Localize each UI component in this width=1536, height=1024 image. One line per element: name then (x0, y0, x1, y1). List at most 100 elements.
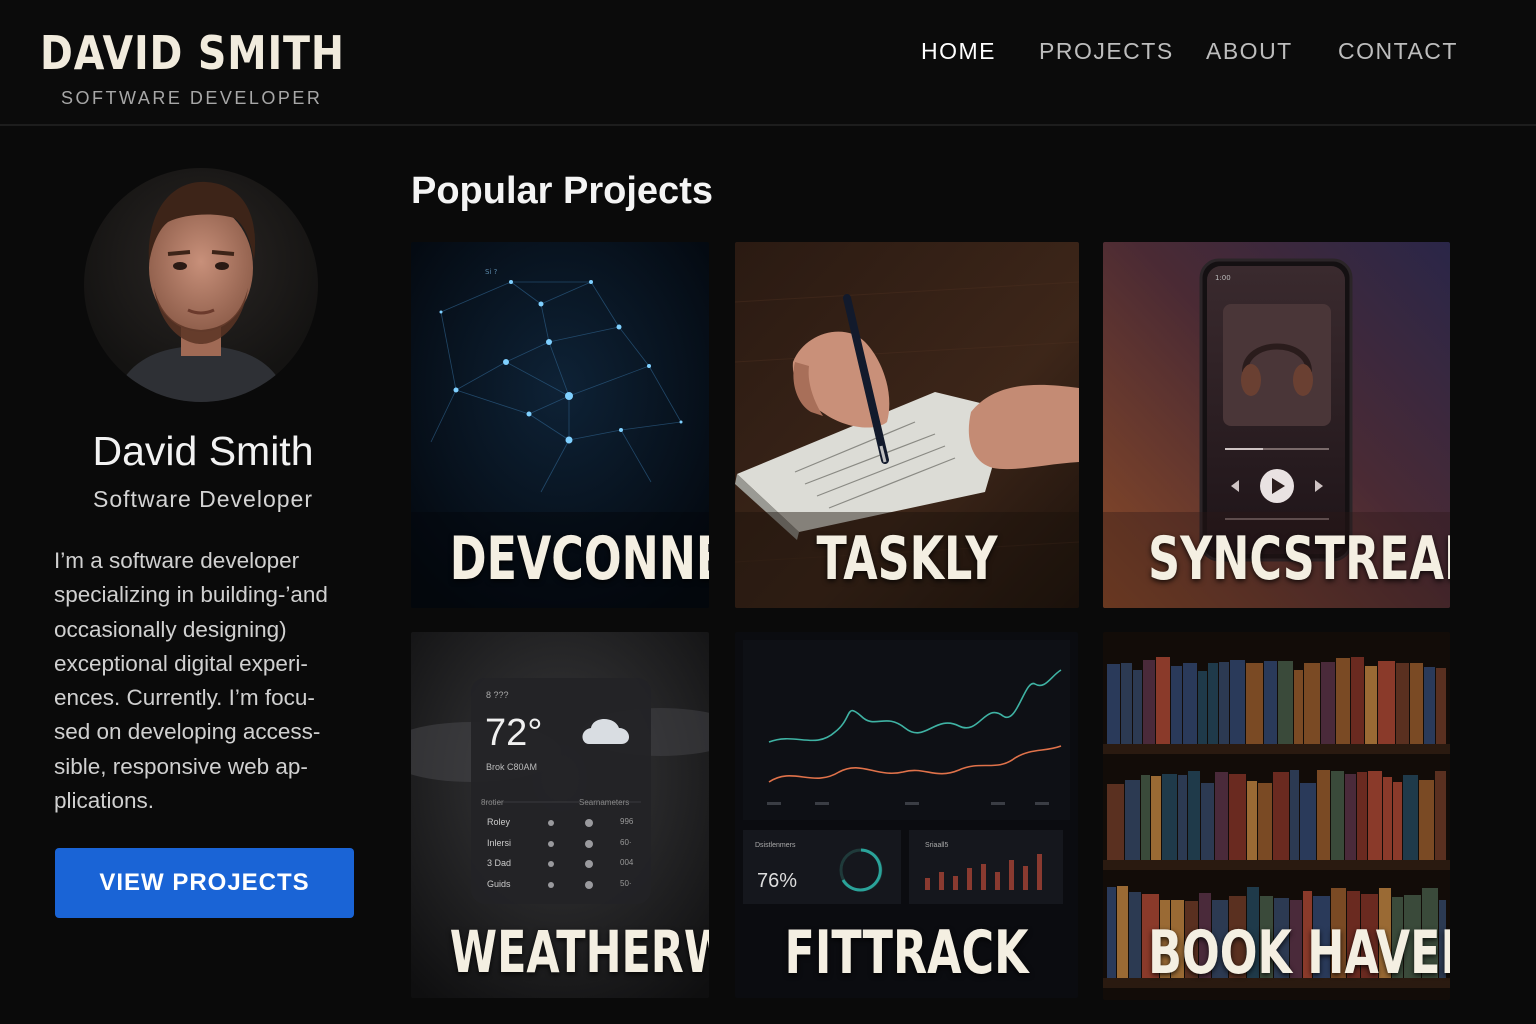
view-projects-button[interactable]: VIEW PROJECTS (55, 848, 354, 918)
shelf-board (1103, 744, 1450, 754)
project-card-fittrack[interactable]: Dsistlenmers Sriaall5 76% FITTRACK (735, 632, 1078, 998)
brand-name[interactable]: DAVID SMITH (40, 26, 345, 80)
book-spine (1410, 663, 1423, 744)
nav-home[interactable]: HOME (921, 38, 996, 65)
book-spine (1107, 664, 1120, 744)
book-spine (1336, 658, 1350, 744)
project-card-devconnect[interactable]: Si ? DEVCONNECT (411, 242, 709, 608)
book-spine (1246, 663, 1263, 744)
weather-table-left-header: 8rotier (481, 798, 504, 807)
book-spine (1300, 783, 1316, 860)
weather-row-day: 3 Dad (487, 858, 512, 868)
book-spine (1264, 661, 1277, 744)
project-title: BOOK HAVEN (1148, 918, 1450, 988)
book-spine (1435, 771, 1446, 860)
weather-row-value: 996 (620, 817, 634, 826)
book-spine (1215, 772, 1228, 860)
weather-row-day: Roley (487, 817, 511, 827)
book-spine (1143, 660, 1155, 744)
book-spine (1171, 666, 1182, 744)
book-spine (1378, 661, 1395, 744)
project-card-weatherwise[interactable]: 8 ??? 72° Brok C80AM 8rotier Searnameter… (411, 632, 709, 998)
project-card-taskly[interactable]: TASKLY (735, 242, 1079, 608)
profile-bio: I’m a software developer specializing in… (54, 544, 354, 818)
book-spine (1125, 780, 1140, 860)
book-spine (1290, 770, 1299, 860)
bio-line: plications. (54, 788, 155, 814)
project-title: SYNCSTREAM (1148, 524, 1450, 594)
book-spine (1383, 777, 1392, 860)
fit-percent: 76% (757, 870, 798, 892)
bio-line: I’m a software developer (54, 548, 300, 573)
fit-panel-left-label: Dsistlenmers (755, 842, 796, 849)
book-spine (1331, 771, 1344, 860)
book-spine (1208, 663, 1218, 744)
site-header: DAVID SMITH SOFTWARE DEVELOPER HOME PROJ… (0, 0, 1536, 126)
book-spine (1393, 782, 1402, 860)
section-title: Popular Projects (411, 170, 713, 212)
weather-header: 8 ??? (486, 690, 509, 700)
weather-table-right-header: Searnameters (579, 798, 630, 807)
weather-row-day: Inlersi (487, 838, 512, 848)
nav-projects[interactable]: PROJECTS (1039, 38, 1174, 65)
project-title: FITTRACK (784, 918, 1029, 988)
book-spine (1317, 770, 1330, 860)
project-card-syncstream[interactable]: 1:00 SYNCSTREAM (1103, 242, 1450, 608)
book-spine (1117, 886, 1128, 978)
bio-line: ences. Currently. I’m focu- (54, 685, 315, 711)
nav-about[interactable]: ABOUT (1206, 38, 1293, 65)
book-spine (1229, 774, 1246, 860)
book-spine (1219, 662, 1229, 744)
weather-subtitle: Brok C80AM (486, 762, 538, 772)
book-spine (1156, 657, 1170, 744)
book-spine (1294, 670, 1303, 744)
bio-line: sible, responsive web ap- (54, 753, 308, 779)
book-spine (1201, 783, 1214, 860)
svg-text:Si ?: Si ? (485, 268, 498, 276)
book-spine (1351, 657, 1364, 744)
book-spine (1424, 667, 1435, 744)
book-spine (1247, 781, 1257, 860)
book-spine (1436, 668, 1446, 744)
book-spine (1107, 784, 1124, 860)
book-spine (1198, 671, 1207, 744)
book-spine (1133, 670, 1142, 744)
book-spine (1183, 663, 1197, 744)
brand-subtitle: SOFTWARE DEVELOPER (61, 88, 323, 108)
book-spine (1278, 661, 1293, 744)
profile-avatar (84, 168, 318, 402)
book-spine (1357, 772, 1367, 860)
book-spine (1162, 774, 1177, 860)
project-title: WEATHERWISE (449, 918, 709, 986)
profile-role: Software Developer (93, 486, 313, 512)
bio-line: sed on developing access- (54, 719, 321, 745)
book-spine (1345, 774, 1356, 860)
profile-name: David Smith (92, 428, 314, 474)
book-spine (1141, 775, 1150, 860)
book-spine (1321, 662, 1335, 744)
bio-line: specializing in building-’and (54, 582, 328, 608)
book-spine (1403, 775, 1418, 860)
shelf-board (1103, 860, 1450, 870)
book-spine (1230, 660, 1245, 744)
book-spine (1419, 780, 1434, 860)
project-card-book-haven[interactable]: BOOK HAVEN (1103, 632, 1450, 1000)
nav-contact[interactable]: CONTACT (1338, 38, 1458, 65)
book-spine (1129, 892, 1141, 978)
book-spine (1304, 663, 1320, 744)
book-spine (1273, 772, 1289, 860)
book-spine (1368, 771, 1382, 860)
weather-row-day: Guids (487, 879, 511, 889)
weather-row-value: 50· (620, 879, 632, 888)
book-spine (1107, 887, 1116, 978)
book-spine (1365, 666, 1377, 744)
bio-line: occasionally designing) (54, 616, 287, 642)
book-spine (1188, 771, 1200, 860)
svg-text:1:00: 1:00 (1215, 274, 1231, 282)
weather-temp: 72° (485, 712, 543, 754)
bio-line: exceptional digital experi- (54, 650, 308, 676)
project-title: DEVCONNECT (449, 524, 709, 594)
book-spine (1396, 663, 1409, 744)
project-title: TASKLY (816, 524, 998, 594)
book-spine (1121, 663, 1132, 744)
